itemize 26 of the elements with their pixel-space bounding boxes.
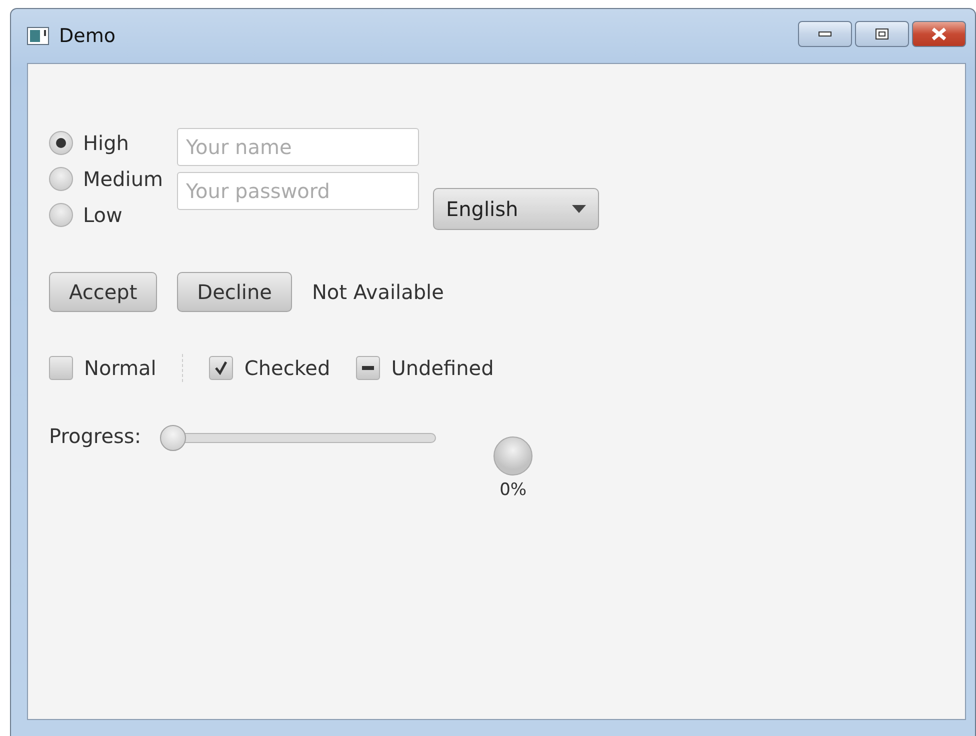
- status-label: Not Available: [312, 280, 444, 304]
- dash-icon: [362, 366, 374, 370]
- checkbox[interactable]: Undefined: [356, 356, 494, 380]
- checkmark-icon: [214, 361, 228, 375]
- radio-button[interactable]: High: [49, 126, 163, 160]
- radio-button[interactable]: Low: [49, 198, 163, 232]
- accept-button[interactable]: Accept: [49, 272, 158, 312]
- maximize-icon: [875, 28, 889, 40]
- close-icon: [931, 27, 947, 41]
- decline-button[interactable]: Decline: [177, 272, 292, 312]
- radio-button[interactable]: Medium: [49, 162, 163, 196]
- progress-label: Progress:: [49, 424, 142, 448]
- text-field[interactable]: Your name: [176, 128, 419, 166]
- progress-indicator: [493, 436, 534, 476]
- language-dropdown[interactable]: English: [432, 188, 599, 230]
- window-title: Demo: [59, 25, 116, 47]
- checkbox[interactable]: Normal: [49, 356, 156, 380]
- caret-icon: [572, 205, 586, 213]
- minimize-button[interactable]: [798, 21, 852, 47]
- maximize-button[interactable]: [855, 21, 909, 47]
- checkbox[interactable]: Checked: [209, 356, 330, 380]
- minimize-icon: [818, 31, 832, 37]
- progress-reading: 0%: [500, 480, 527, 500]
- close-button[interactable]: [912, 21, 966, 47]
- text-field[interactable]: Your password: [176, 172, 419, 210]
- app-icon: [27, 27, 49, 45]
